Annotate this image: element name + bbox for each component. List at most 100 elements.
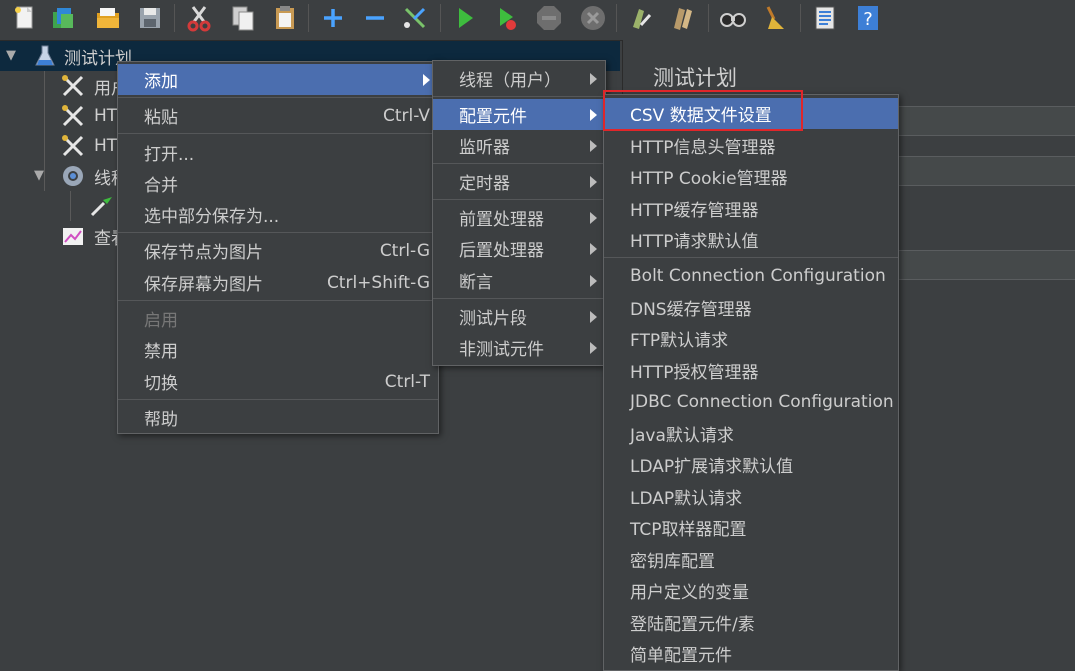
chevron-down-icon[interactable]: ▼ xyxy=(34,169,48,183)
reset-search-icon[interactable] xyxy=(760,3,790,33)
function-helper-icon[interactable] xyxy=(810,3,840,33)
stop-icon[interactable] xyxy=(534,3,564,33)
save-icon[interactable] xyxy=(135,3,165,33)
test-plan-flask-icon xyxy=(32,43,58,69)
submenu-arrow-icon xyxy=(590,310,597,323)
config-item-http-cookie-manager[interactable]: HTTP Cookie管理器 xyxy=(604,161,898,192)
menu-item-save-node-image[interactable]: 保存节点为图片 Ctrl-G xyxy=(118,235,438,266)
cut-icon[interactable] xyxy=(184,3,214,33)
submenu-item-pre-processor[interactable]: 前置处理器 xyxy=(433,202,605,233)
menu-item-toggle[interactable]: 切换 Ctrl-T xyxy=(118,366,438,397)
menu-item-help[interactable]: 帮助 xyxy=(118,402,438,433)
config-item-keystore-config[interactable]: 密钥库配置 xyxy=(604,544,898,575)
menu-separator xyxy=(433,199,605,200)
menu-item-save-screen-image[interactable]: 保存屏幕为图片 Ctrl+Shift-G xyxy=(118,267,438,298)
config-item-user-defined-variables[interactable]: 用户定义的变量 xyxy=(604,575,898,606)
menu-item-label: 打开... xyxy=(144,145,195,165)
submenu-item-config-element[interactable]: 配置元件 xyxy=(433,99,605,130)
menu-item-label: 测试片段 xyxy=(459,309,527,329)
toolbar-separator xyxy=(308,4,309,32)
config-tools-icon xyxy=(60,73,86,99)
chevron-down-icon[interactable]: ▼ xyxy=(6,49,20,63)
shutdown-icon[interactable] xyxy=(578,3,608,33)
toggle-icon[interactable] xyxy=(400,3,430,33)
menu-separator xyxy=(604,257,898,258)
submenu-item-assertion[interactable]: 断言 xyxy=(433,265,605,296)
start-no-pauses-icon[interactable] xyxy=(492,3,522,33)
submenu-item-timer[interactable]: 定时器 xyxy=(433,166,605,197)
menu-item-label: 定时器 xyxy=(459,174,510,194)
toolbar-separator xyxy=(708,4,709,32)
menu-separator xyxy=(118,232,438,233)
submenu-item-threads[interactable]: 线程（用户） xyxy=(433,63,605,94)
menu-item-add[interactable]: 添加 xyxy=(118,64,438,95)
config-item-ftp-request-defaults[interactable]: FTP默认请求 xyxy=(604,323,898,354)
toolbar: ? xyxy=(0,0,1075,41)
config-item-login-config[interactable]: 登陆配置元件/素 xyxy=(604,607,898,638)
config-item-jdbc-connection[interactable]: JDBC Connection Configuration xyxy=(604,386,898,417)
menu-separator xyxy=(118,97,438,98)
copy-icon[interactable] xyxy=(228,3,258,33)
submenu-item-post-processor[interactable]: 后置处理器 xyxy=(433,233,605,264)
config-tools-icon xyxy=(60,133,86,159)
config-element-submenu: CSV 数据文件设置 HTTP信息头管理器 HTTP Cookie管理器 HTT… xyxy=(603,94,899,671)
submenu-item-listener[interactable]: 监听器 xyxy=(433,130,605,161)
menu-item-label: HTTP请求默认值 xyxy=(630,232,759,252)
config-item-http-cache-manager[interactable]: HTTP缓存管理器 xyxy=(604,193,898,224)
menu-item-label: LDAP默认请求 xyxy=(630,489,743,509)
config-item-tcp-sampler-config[interactable]: TCP取样器配置 xyxy=(604,512,898,543)
submenu-item-test-fragment[interactable]: 测试片段 xyxy=(433,301,605,332)
menu-item-label: 选中部分保存为... xyxy=(144,207,280,227)
submenu-item-non-test-elements[interactable]: 非测试元件 xyxy=(433,332,605,363)
config-item-http-request-defaults[interactable]: HTTP请求默认值 xyxy=(604,224,898,255)
start-icon[interactable] xyxy=(450,3,480,33)
menu-item-label: 启用 xyxy=(144,311,178,331)
menu-item-disable[interactable]: 禁用 xyxy=(118,334,438,365)
menu-item-label: 用户定义的变量 xyxy=(630,583,749,603)
menu-item-merge[interactable]: 合并 xyxy=(118,168,438,199)
help-icon[interactable]: ? xyxy=(852,3,882,33)
config-item-dns-cache-manager[interactable]: DNS缓存管理器 xyxy=(604,292,898,323)
menu-item-enable: 启用 xyxy=(118,303,438,334)
menu-item-save-selection-as[interactable]: 选中部分保存为... xyxy=(118,199,438,230)
submenu-arrow-icon xyxy=(590,139,597,152)
templates-icon[interactable] xyxy=(48,3,78,33)
expand-icon[interactable] xyxy=(318,3,348,33)
collapse-icon[interactable] xyxy=(360,3,390,33)
toolbar-separator xyxy=(174,4,175,32)
submenu-arrow-icon xyxy=(590,242,597,255)
clear-all-icon[interactable] xyxy=(668,3,698,33)
menu-item-label: DNS缓存管理器 xyxy=(630,300,752,320)
menu-separator xyxy=(118,399,438,400)
submenu-arrow-icon xyxy=(423,73,430,86)
menu-item-label: 登陆配置元件/素 xyxy=(630,615,755,635)
menu-item-label: 禁用 xyxy=(144,342,178,362)
menu-shortcut: Ctrl-V xyxy=(382,105,430,126)
clear-icon[interactable] xyxy=(626,3,656,33)
submenu-arrow-icon xyxy=(590,108,597,121)
menu-item-open[interactable]: 打开... xyxy=(118,137,438,168)
config-item-java-request-defaults[interactable]: Java默认请求 xyxy=(604,418,898,449)
paste-icon[interactable] xyxy=(270,3,300,33)
new-icon[interactable] xyxy=(10,3,40,33)
config-item-http-header-manager[interactable]: HTTP信息头管理器 xyxy=(604,130,898,161)
config-item-http-auth-manager[interactable]: HTTP授权管理器 xyxy=(604,355,898,386)
add-submenu: 线程（用户） 配置元件 监听器 定时器 前置处理器 后置处理器 断言 测试片段 … xyxy=(432,60,606,366)
config-item-simple-config[interactable]: 简单配置元件 xyxy=(604,638,898,669)
submenu-arrow-icon xyxy=(590,274,597,287)
menu-item-label: 切换 xyxy=(144,374,178,394)
config-item-ldap-request-defaults[interactable]: LDAP默认请求 xyxy=(604,481,898,512)
context-menu: 添加 粘贴 Ctrl-V 打开... 合并 选中部分保存为... 保存节点为图片… xyxy=(117,61,439,434)
menu-item-paste[interactable]: 粘贴 Ctrl-V xyxy=(118,100,438,131)
config-item-bolt-connection[interactable]: Bolt Connection Configuration xyxy=(604,260,898,291)
search-icon[interactable] xyxy=(718,3,748,33)
menu-item-label: 添加 xyxy=(144,72,178,92)
menu-item-label: JDBC Connection Configuration xyxy=(630,391,894,412)
config-item-ldap-extended-defaults[interactable]: LDAP扩展请求默认值 xyxy=(604,449,898,480)
submenu-arrow-icon xyxy=(590,211,597,224)
annotation-highlight-box xyxy=(603,90,803,131)
open-icon[interactable] xyxy=(93,3,123,33)
menu-item-label: Java默认请求 xyxy=(630,426,734,446)
menu-item-label: 密钥库配置 xyxy=(630,552,715,572)
submenu-arrow-icon xyxy=(590,341,597,354)
